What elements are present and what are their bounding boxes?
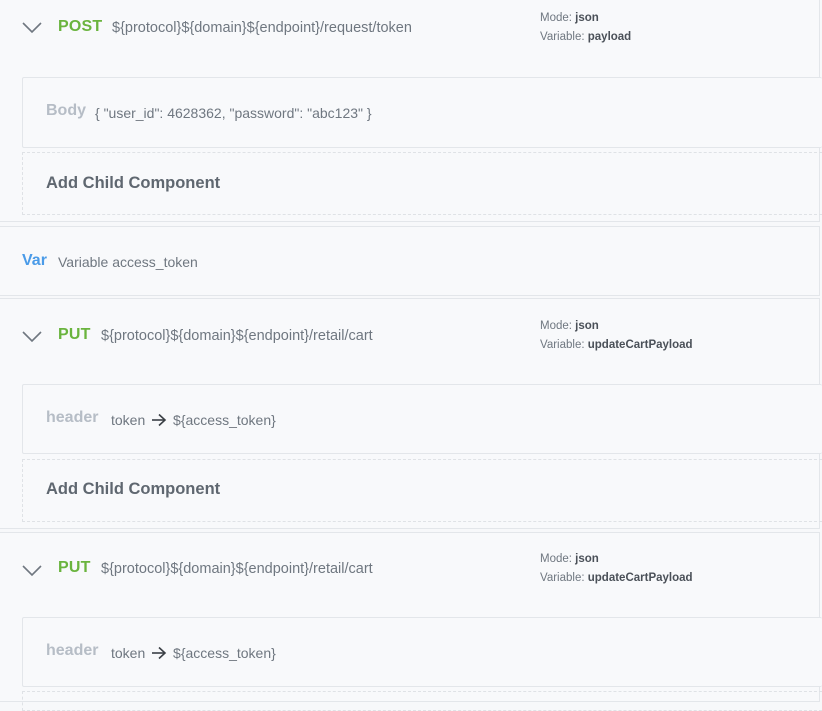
header-key: token <box>111 645 146 661</box>
chevron-down-icon[interactable] <box>22 564 42 578</box>
method-label: PUT <box>58 559 91 576</box>
header-mapping: token ${access_token} <box>111 412 276 428</box>
request-header[interactable]: PUT ${protocol}${domain}${endpoint}/reta… <box>0 533 819 593</box>
add-child-component-button[interactable]: Add Child Component <box>22 459 822 522</box>
body-label: Body <box>46 102 86 119</box>
request-meta: Mode: json Variable: payload <box>540 9 631 47</box>
variable-label: Variable: <box>540 31 585 43</box>
header-component[interactable]: header token ${access_token} <box>22 384 822 454</box>
add-child-component-button[interactable] <box>22 691 822 711</box>
request-header[interactable]: PUT ${protocol}${domain}${endpoint}/reta… <box>0 299 819 359</box>
header-key: token <box>111 412 146 428</box>
header-label: header <box>46 642 99 659</box>
method-label: PUT <box>58 326 91 343</box>
mode-value: json <box>575 320 599 332</box>
variable-label: Variable: <box>540 572 585 584</box>
variable-block[interactable]: Var Variable access_token <box>0 226 820 296</box>
chevron-down-icon[interactable] <box>22 21 42 35</box>
body-value: { "user_id": 4628362, "password": "abc12… <box>95 105 372 121</box>
request-block-post: POST ${protocol}${domain}${endpoint}/req… <box>0 0 822 222</box>
request-block-put: PUT ${protocol}${domain}${endpoint}/reta… <box>0 298 822 529</box>
header-value: ${access_token} <box>173 645 276 661</box>
chevron-down-icon[interactable] <box>22 330 42 344</box>
request-meta: Mode: json Variable: updateCartPayload <box>540 317 693 355</box>
request-url[interactable]: ${protocol}${domain}${endpoint}/retail/c… <box>101 328 373 344</box>
body-component[interactable]: Body { "user_id": 4628362, "password": "… <box>22 77 822 148</box>
request-meta: Mode: json Variable: updateCartPayload <box>540 550 693 588</box>
header-label: header <box>46 409 99 426</box>
mode-label: Mode: <box>540 553 572 565</box>
mode-label: Mode: <box>540 320 572 332</box>
header-value: ${access_token} <box>173 412 276 428</box>
request-block-put: PUT ${protocol}${domain}${endpoint}/reta… <box>0 532 822 711</box>
header-mapping: token ${access_token} <box>111 645 276 661</box>
request-header[interactable]: POST ${protocol}${domain}${endpoint}/req… <box>0 0 819 59</box>
variable-value: payload <box>587 31 632 43</box>
add-child-label: Add Child Component <box>46 174 221 192</box>
request-url[interactable]: ${protocol}${domain}${endpoint}/retail/c… <box>101 561 373 577</box>
header-component[interactable]: header token ${access_token} <box>22 617 822 687</box>
add-child-component-button[interactable]: Add Child Component <box>22 152 822 215</box>
mode-value: json <box>575 553 599 565</box>
method-label: POST <box>58 18 103 35</box>
request-url[interactable]: ${protocol}${domain}${endpoint}/request/… <box>112 20 412 36</box>
arrow-right-icon <box>152 413 167 427</box>
mode-label: Mode: <box>540 12 572 24</box>
variable-value: updateCartPayload <box>587 572 693 584</box>
arrow-right-icon <box>152 646 167 660</box>
variable-text: Variable access_token <box>58 254 198 270</box>
var-keyword: Var <box>22 252 47 269</box>
variable-label: Variable: <box>540 339 585 351</box>
mode-value: json <box>575 12 599 24</box>
add-child-label: Add Child Component <box>46 480 221 498</box>
variable-value: updateCartPayload <box>587 339 693 351</box>
